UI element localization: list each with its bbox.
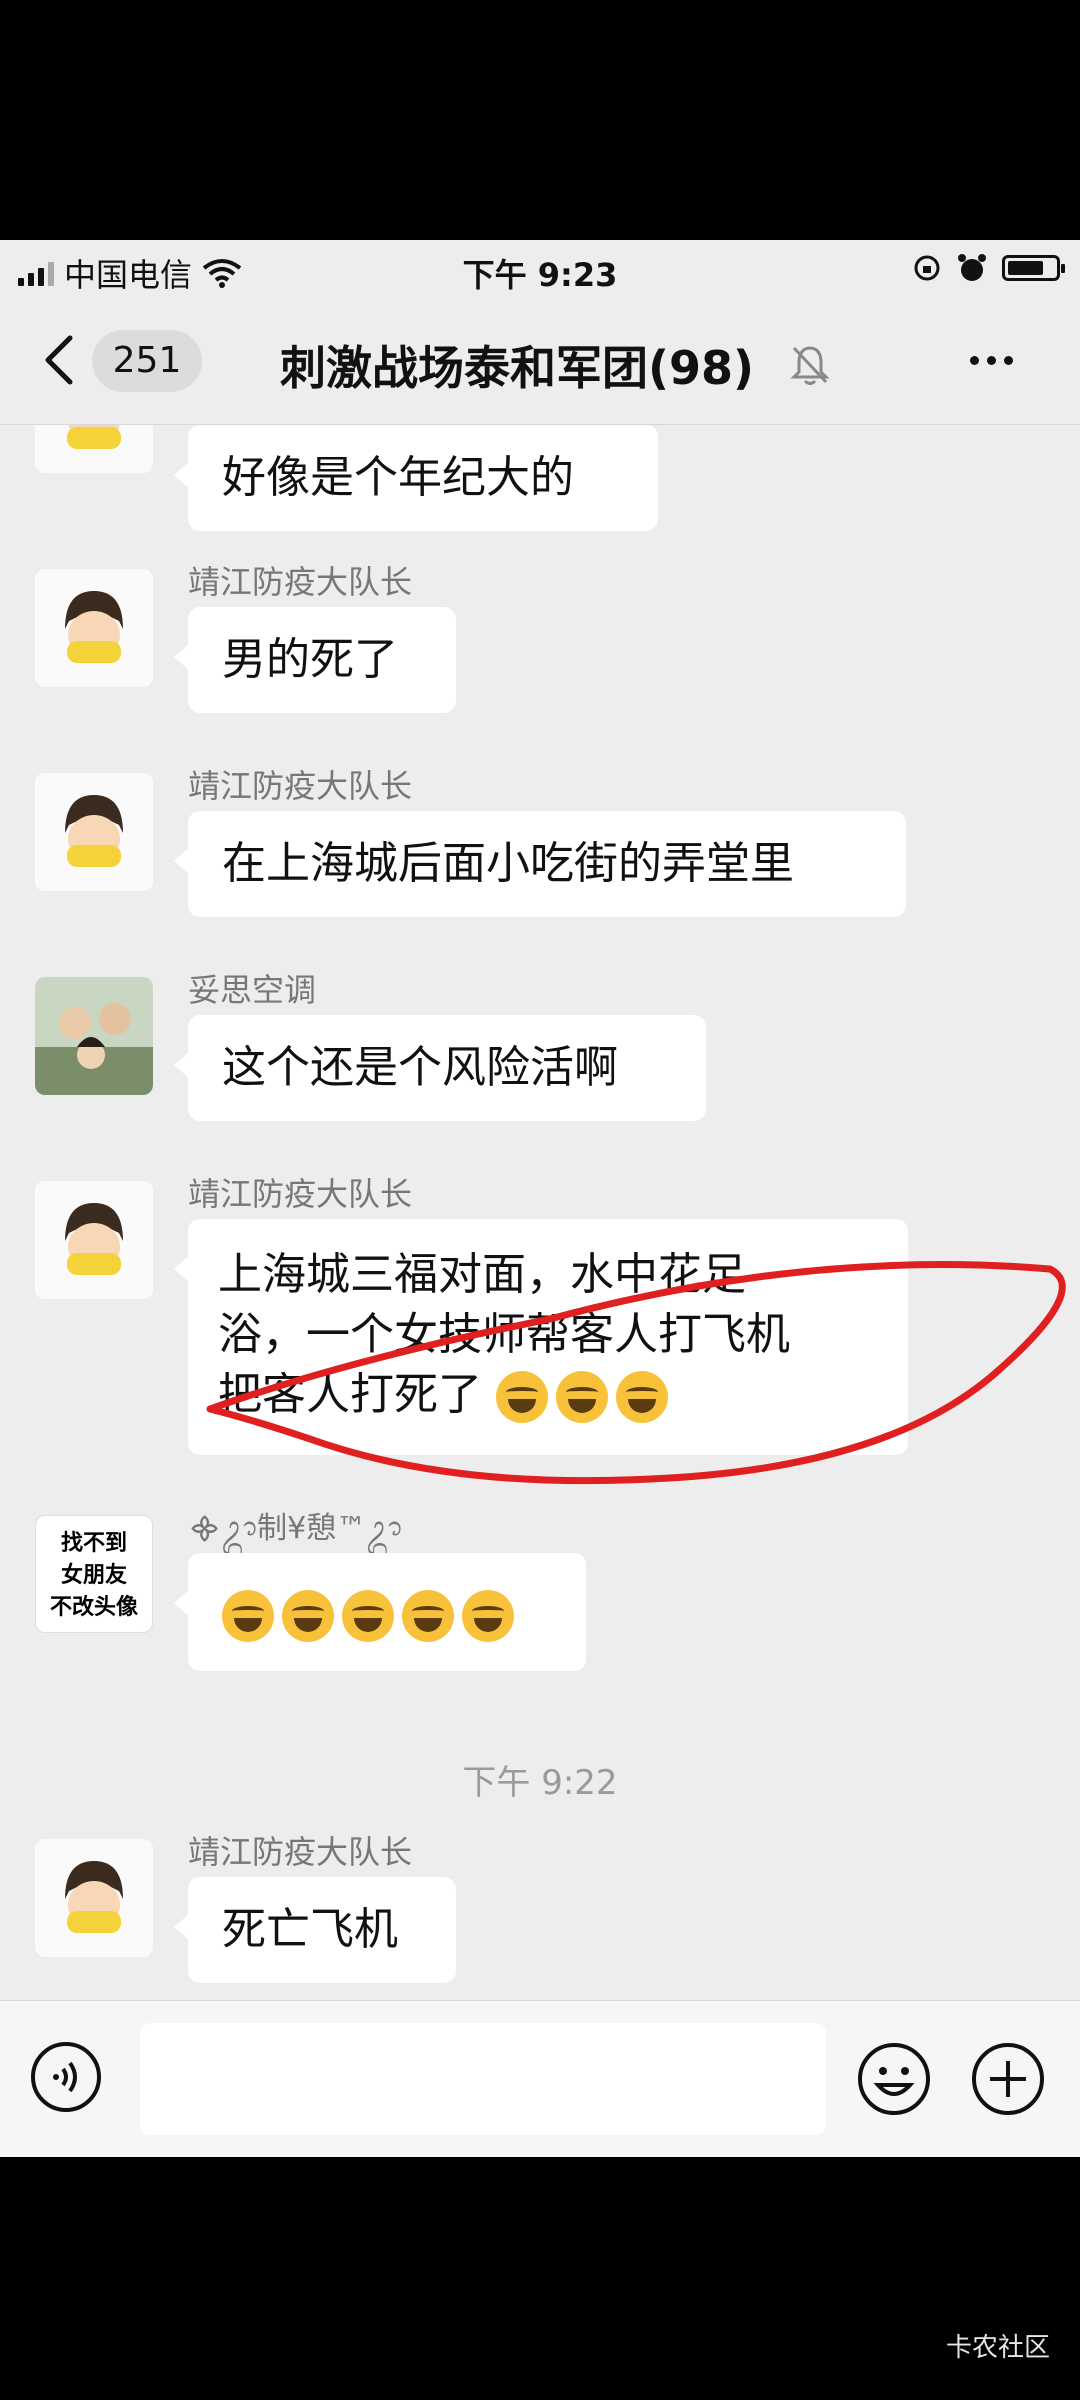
plus-icon[interactable] — [970, 2041, 1046, 2117]
message-text: 在上海城后面小吃街的弄堂里 — [222, 838, 794, 889]
message-text: 男的死了 — [222, 634, 398, 685]
tears-of-joy-emoji — [342, 1590, 394, 1642]
avatar[interactable] — [35, 1181, 153, 1299]
status-bar: 中国电信 下午 9:23 — [0, 240, 1080, 300]
message-bubble[interactable]: 好像是个年纪大的 — [174, 425, 658, 531]
smiley-icon[interactable] — [856, 2041, 932, 2117]
watermark: 卡农社区 — [945, 2333, 1050, 2363]
avatar-text-line: 不改头像 — [49, 1595, 138, 1620]
sender-name: ᯽ᬊ制¥憩™ᬊ — [188, 1511, 403, 1546]
message-bubble[interactable] — [174, 1553, 586, 1671]
avatar-text-line: 找不到 — [60, 1531, 127, 1556]
tears-of-joy-emoji — [282, 1590, 334, 1642]
sender-name: 妥思空调 — [188, 971, 317, 1009]
bell-off-icon — [790, 346, 830, 385]
red-annotation-circle — [206, 1261, 1066, 1485]
unread-count-badge[interactable]: 251 — [92, 330, 202, 392]
message-text: 死亡飞机 — [222, 1904, 398, 1955]
battery-icon — [1002, 255, 1065, 281]
phone-screen: 中国电信 下午 9:23 251 刺激战场泰和军团(98) 好像是个年纪大的 靖… — [0, 240, 1080, 2157]
message-input[interactable] — [140, 2023, 826, 2135]
tears-of-joy-emoji — [222, 1590, 274, 1642]
avatar-text[interactable]: 找不到 女朋友 不改头像 — [35, 1515, 153, 1633]
chat-title: 刺激战场泰和军团(98) — [280, 341, 755, 395]
tears-of-joy-emoji — [402, 1590, 454, 1642]
status-right — [912, 252, 1065, 284]
avatar[interactable] — [35, 773, 153, 891]
sender-name: 靖江防疫大队长 — [188, 1833, 413, 1871]
avatar[interactable] — [35, 425, 153, 473]
avatar[interactable] — [35, 569, 153, 687]
chat-header: 251 刺激战场泰和军团(98) — [0, 300, 1080, 425]
alarm-icon — [958, 254, 986, 281]
rotation-lock-icon — [914, 255, 940, 281]
input-bar — [0, 2000, 1080, 2157]
more-dots-icon[interactable] — [970, 356, 1013, 365]
message-text: 这个还是个风险活啊 — [222, 1042, 618, 1093]
message-bubble[interactable]: 在上海城后面小吃街的弄堂里 — [174, 811, 906, 917]
message-bubble[interactable]: 男的死了 — [174, 607, 456, 713]
message-text: 好像是个年纪大的 — [222, 452, 574, 503]
time-divider: 下午 9:22 — [462, 1763, 618, 1803]
sender-name: 靖江防疫大队长 — [188, 563, 413, 601]
avatar[interactable] — [35, 1839, 153, 1957]
sender-name: 靖江防疫大队长 — [188, 767, 413, 805]
avatar-photo[interactable] — [35, 977, 153, 1095]
message-bubble[interactable]: 死亡飞机 — [174, 1877, 456, 1983]
avatar-text-line: 女朋友 — [60, 1563, 127, 1588]
chevron-left-icon[interactable] — [40, 334, 80, 386]
message-bubble[interactable]: 这个还是个风险活啊 — [174, 1015, 706, 1121]
tears-of-joy-emoji — [462, 1590, 514, 1642]
voice-icon[interactable] — [30, 2041, 102, 2113]
chat-messages: 好像是个年纪大的 靖江防疫大队长 男的死了 靖江防疫大队长 在上海城后面小吃街的… — [0, 425, 1080, 2000]
